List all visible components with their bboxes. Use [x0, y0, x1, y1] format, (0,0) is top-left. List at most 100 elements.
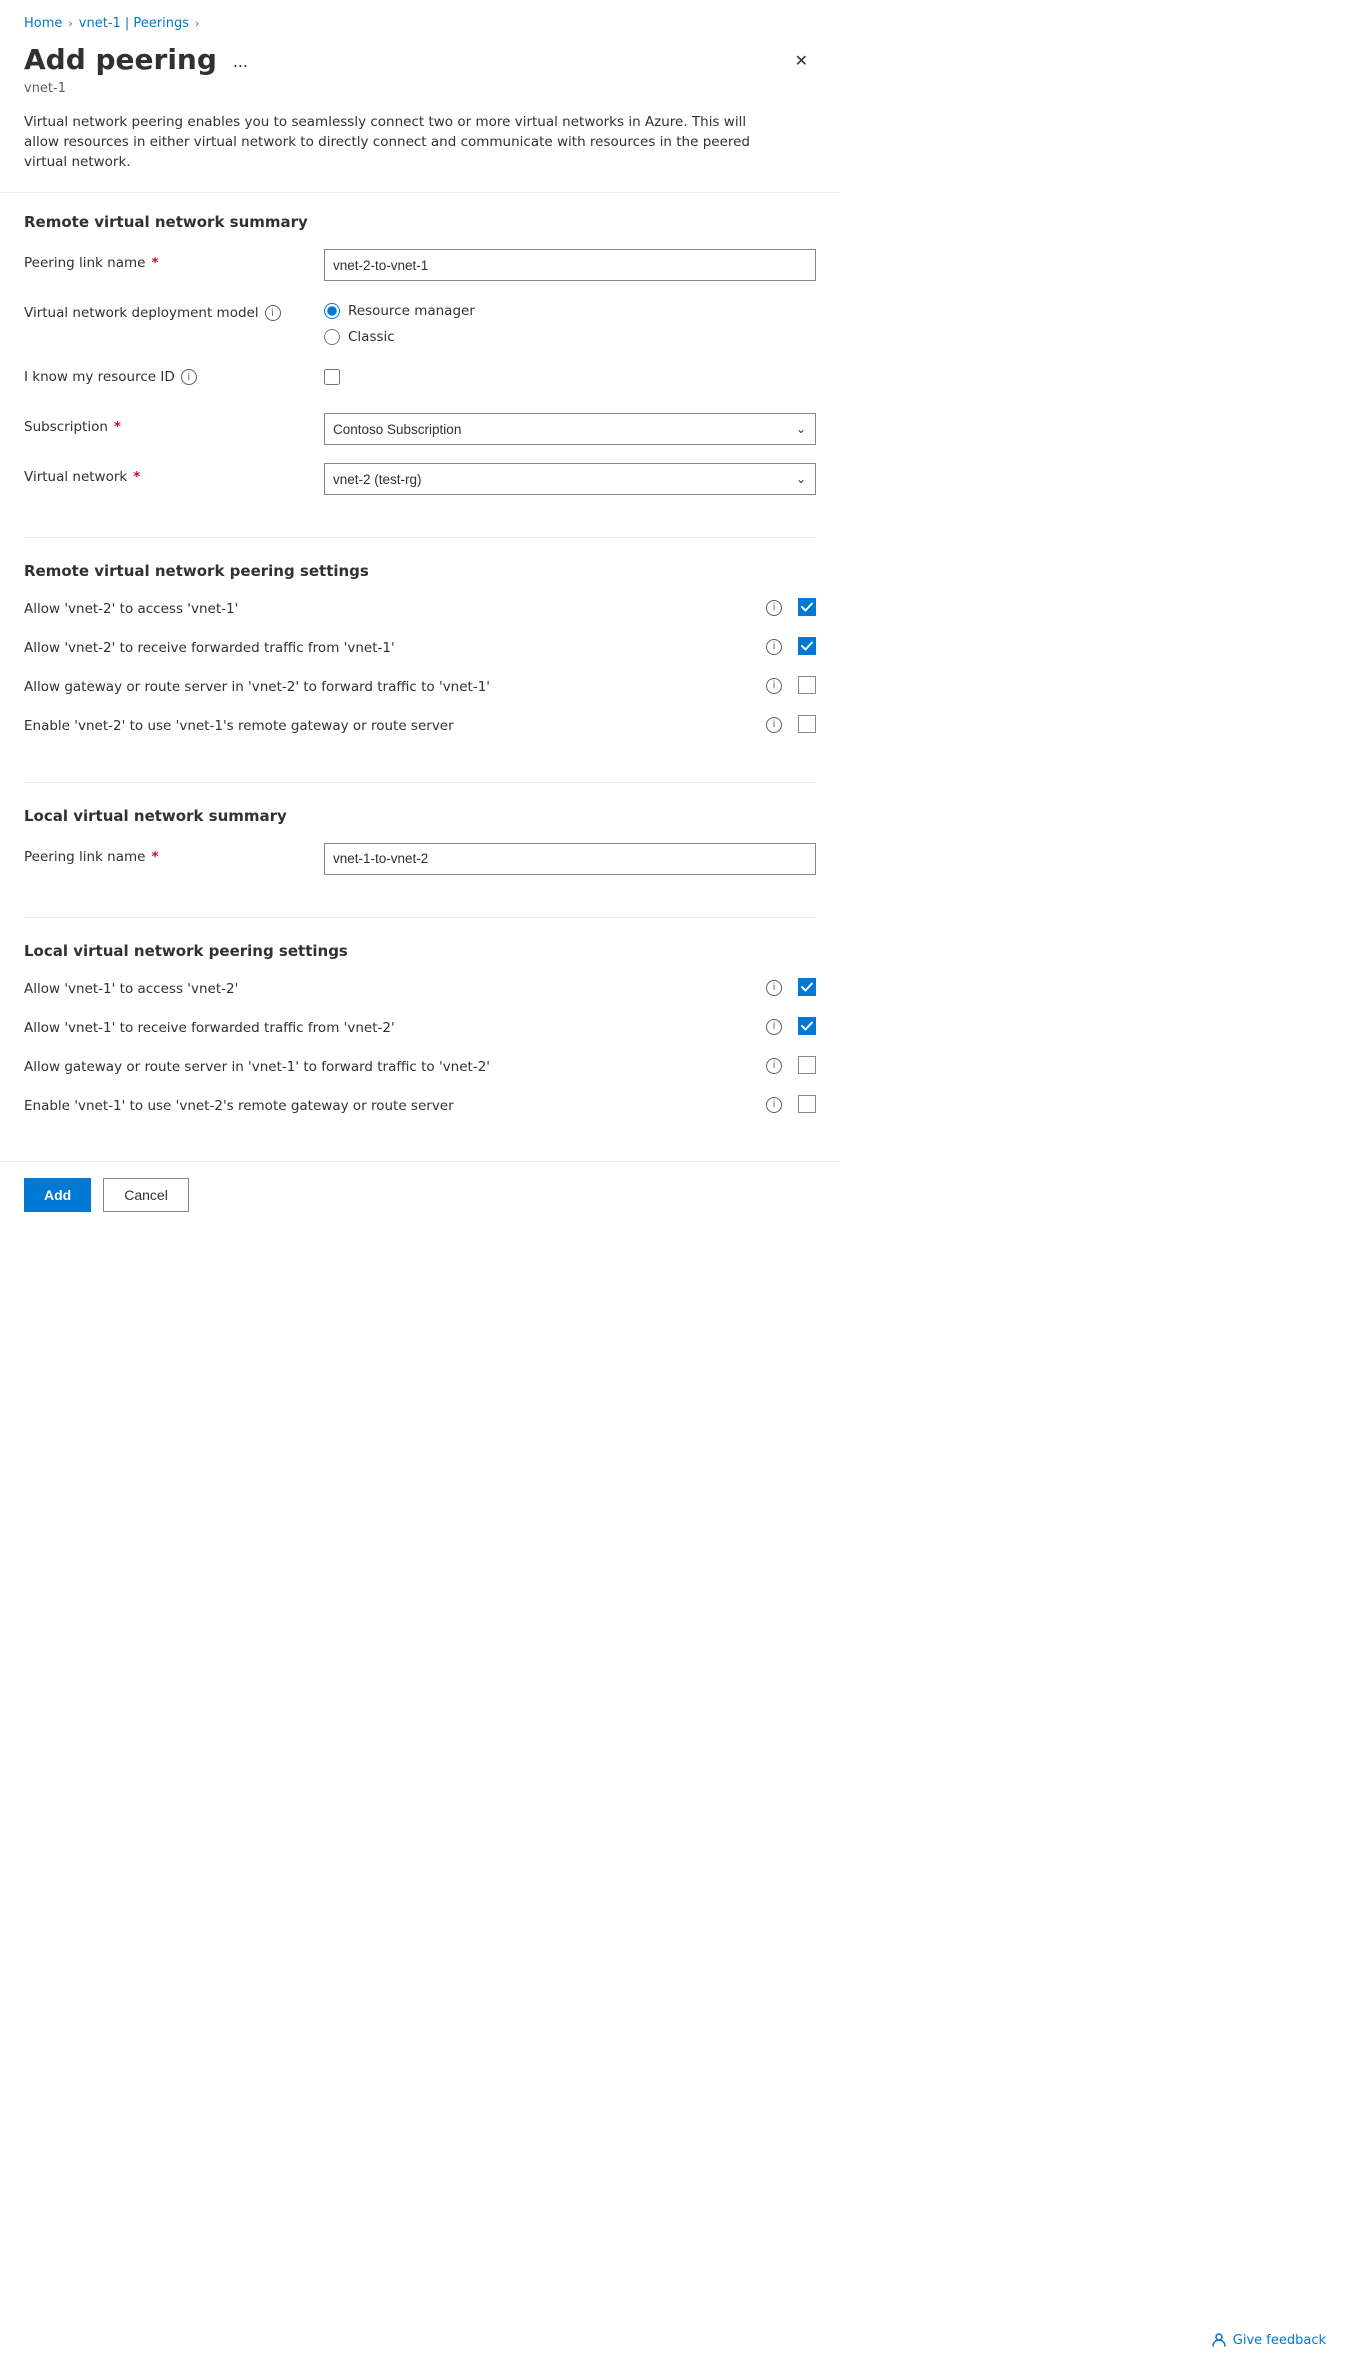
local-peering-settings-title: Local virtual network peering settings [24, 942, 816, 960]
radio-resource-manager[interactable]: Resource manager [324, 303, 816, 319]
setting-row-allow-forwarded-remote: Allow 'vnet-2' to receive forwarded traf… [24, 637, 816, 658]
setting-label-enable-gateway-local: Enable 'vnet-1' to use 'vnet-2's remote … [24, 1095, 782, 1116]
resource-id-row: I know my resource ID i [24, 363, 816, 395]
setting-label-allow-gateway-local: Allow gateway or route server in 'vnet-1… [24, 1056, 782, 1077]
local-peering-required-star: * [151, 849, 158, 865]
deployment-model-label: Virtual network deployment model i [24, 299, 324, 321]
vnet-select-wrapper: vnet-2 (test-rg) ⌄ [324, 463, 816, 495]
subscription-label: Subscription * [24, 413, 324, 435]
allow-access-local-check [798, 978, 816, 996]
deployment-model-control: Resource manager Classic [324, 299, 816, 345]
setting-label-allow-gateway-remote: Allow gateway or route server in 'vnet-2… [24, 676, 782, 697]
page-subtitle: vnet-1 [0, 81, 840, 100]
virtual-network-row: Virtual network * vnet-2 (test-rg) ⌄ [24, 463, 816, 495]
breadcrumb-chevron-2: › [195, 17, 199, 30]
subscription-control: Contoso Subscription ⌄ [324, 413, 816, 445]
remote-summary-title: Remote virtual network summary [24, 213, 816, 231]
virtual-network-control: vnet-2 (test-rg) ⌄ [324, 463, 816, 495]
enable-gateway-remote-check [798, 715, 816, 733]
setting-row-allow-gateway-remote: Allow gateway or route server in 'vnet-2… [24, 676, 816, 697]
enable-gateway-local-check [798, 1095, 816, 1113]
feedback-person-icon [1211, 2332, 1227, 2348]
allow-forwarded-remote-info-icon[interactable]: i [766, 639, 782, 655]
allow-forwarded-local-info-icon[interactable]: i [766, 1019, 782, 1035]
remote-peering-settings-section: Remote virtual network peering settings … [0, 562, 840, 782]
header-divider [0, 192, 840, 193]
peering-link-input[interactable] [324, 249, 816, 281]
local-summary-title: Local virtual network summary [24, 807, 816, 825]
enable-gateway-remote-info-icon[interactable]: i [766, 717, 782, 733]
allow-gateway-remote-checkbox[interactable] [798, 676, 816, 694]
add-button[interactable]: Add [24, 1178, 91, 1212]
allow-forwarded-remote-check [798, 637, 816, 655]
resource-id-control [324, 363, 816, 385]
breadcrumb: Home › vnet-1 | Peerings › [0, 0, 840, 39]
local-summary-section: Local virtual network summary Peering li… [0, 807, 840, 917]
peering-link-label: Peering link name * [24, 249, 324, 271]
enable-gateway-local-info-icon[interactable]: i [766, 1097, 782, 1113]
remote-settings-divider [24, 782, 816, 783]
allow-gateway-local-info-icon[interactable]: i [766, 1058, 782, 1074]
resource-id-info-icon[interactable]: i [181, 369, 197, 385]
vnet-select[interactable]: vnet-2 (test-rg) [324, 463, 816, 495]
setting-row-enable-gateway-local: Enable 'vnet-1' to use 'vnet-2's remote … [24, 1095, 816, 1116]
setting-row-enable-gateway-remote: Enable 'vnet-2' to use 'vnet-1's remote … [24, 715, 816, 736]
local-peering-link-row: Peering link name * [24, 843, 816, 875]
virtual-network-label: Virtual network * [24, 463, 324, 485]
allow-access-local-info-icon[interactable]: i [766, 980, 782, 996]
setting-label-allow-forwarded-remote: Allow 'vnet-2' to receive forwarded traf… [24, 637, 782, 658]
deployment-model-info-icon[interactable]: i [265, 305, 281, 321]
local-peering-link-label: Peering link name * [24, 843, 324, 865]
allow-gateway-local-checkbox[interactable] [798, 1056, 816, 1074]
required-star: * [151, 255, 158, 271]
close-button[interactable]: ✕ [787, 47, 816, 75]
setting-label-enable-gateway-remote: Enable 'vnet-2' to use 'vnet-1's remote … [24, 715, 782, 736]
page-description: Virtual network peering enables you to s… [0, 100, 780, 193]
resource-id-checkbox[interactable] [324, 369, 340, 385]
allow-forwarded-local-check [798, 1017, 816, 1035]
setting-label-allow-access-remote: Allow 'vnet-2' to access 'vnet-1' i [24, 598, 782, 619]
allow-access-remote-info-icon[interactable]: i [766, 600, 782, 616]
peering-link-control [324, 249, 816, 281]
more-options-button[interactable]: ... [227, 47, 254, 76]
setting-row-allow-access-remote: Allow 'vnet-2' to access 'vnet-1' i [24, 598, 816, 619]
enable-gateway-local-checkbox[interactable] [798, 1095, 816, 1113]
breadcrumb-vnet-peerings[interactable]: vnet-1 | Peerings [79, 16, 189, 31]
allow-access-remote-checkbox[interactable] [798, 598, 816, 616]
local-peering-settings-section: Local virtual network peering settings A… [0, 942, 840, 1162]
allow-access-remote-check [798, 598, 816, 616]
give-feedback-area[interactable]: Give feedback [1211, 2332, 1326, 2348]
cancel-button[interactable]: Cancel [103, 1178, 189, 1212]
breadcrumb-home[interactable]: Home [24, 16, 62, 31]
header-left: Add peering ... [24, 43, 254, 77]
resource-id-label: I know my resource ID i [24, 363, 324, 385]
setting-row-allow-gateway-local: Allow gateway or route server in 'vnet-1… [24, 1056, 816, 1077]
local-peering-link-control [324, 843, 816, 875]
subscription-select[interactable]: Contoso Subscription [324, 413, 816, 445]
allow-gateway-remote-info-icon[interactable]: i [766, 678, 782, 694]
radio-classic[interactable]: Classic [324, 329, 816, 345]
vnet-required-star: * [133, 469, 140, 485]
allow-forwarded-remote-checkbox[interactable] [798, 637, 816, 655]
page-title: Add peering [24, 43, 217, 77]
subscription-required-star: * [114, 419, 121, 435]
footer: Add Cancel [0, 1161, 840, 1228]
local-peering-link-input[interactable] [324, 843, 816, 875]
give-feedback-label: Give feedback [1233, 2333, 1326, 2348]
subscription-row: Subscription * Contoso Subscription ⌄ [24, 413, 816, 445]
remote-summary-divider [24, 537, 816, 538]
subscription-select-wrapper: Contoso Subscription ⌄ [324, 413, 816, 445]
remote-peering-settings-title: Remote virtual network peering settings [24, 562, 816, 580]
allow-access-local-checkbox[interactable] [798, 978, 816, 996]
breadcrumb-chevron-1: › [68, 17, 72, 30]
page-header: Add peering ... ✕ [0, 39, 840, 81]
enable-gateway-remote-checkbox[interactable] [798, 715, 816, 733]
peering-link-row: Peering link name * [24, 249, 816, 281]
allow-gateway-local-check [798, 1056, 816, 1074]
deployment-model-radio-group: Resource manager Classic [324, 299, 816, 345]
setting-label-allow-forwarded-local: Allow 'vnet-1' to receive forwarded traf… [24, 1017, 782, 1038]
allow-forwarded-local-checkbox[interactable] [798, 1017, 816, 1035]
setting-row-allow-forwarded-local: Allow 'vnet-1' to receive forwarded traf… [24, 1017, 816, 1038]
setting-label-allow-access-local: Allow 'vnet-1' to access 'vnet-2' i [24, 978, 782, 999]
deployment-model-row: Virtual network deployment model i Resou… [24, 299, 816, 345]
